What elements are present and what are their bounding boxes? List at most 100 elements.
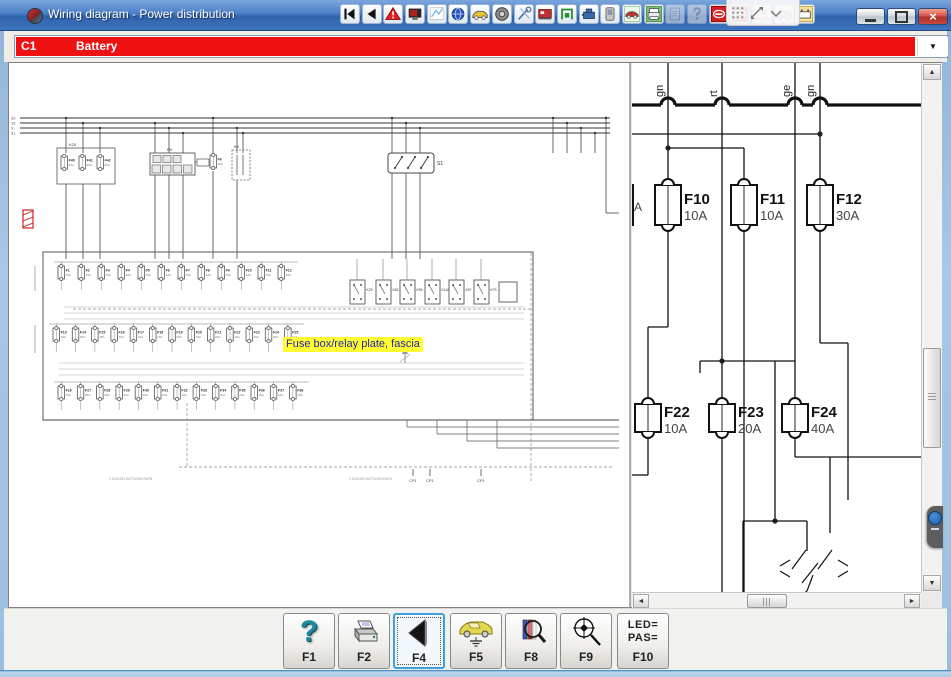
fuse-symbol[interactable]: F2830A: [97, 384, 111, 400]
device-icon[interactable]: [600, 4, 620, 24]
floating-toolbar-widget[interactable]: [726, 0, 800, 26]
horizontal-scrollbar[interactable]: ◄ ►: [632, 592, 922, 609]
fuse-F23[interactable]: F2320A: [709, 398, 764, 438]
vertical-scroll-thumb[interactable]: [923, 348, 941, 448]
fuse-symbol[interactable]: F2015A: [188, 326, 202, 342]
engine-icon[interactable]: [579, 4, 599, 24]
scroll-up-button[interactable]: ▲: [923, 64, 941, 80]
fuse-symbol[interactable]: F1810A: [150, 326, 164, 342]
relay-symbol[interactable]: K116: [425, 280, 449, 304]
fuse-symbol[interactable]: F3210A: [174, 384, 188, 400]
fuse-symbol[interactable]: F1515A: [92, 326, 106, 342]
battery-marker-icon[interactable]: [23, 210, 33, 228]
help-disabled-icon[interactable]: [687, 4, 707, 24]
fuse-F22[interactable]: F2210A: [635, 398, 690, 438]
maximize-button[interactable]: [887, 8, 916, 25]
fuse-symbol[interactable]: F1615A: [111, 326, 125, 342]
fuse-symbol[interactable]: F4060A: [61, 154, 75, 170]
doc-disabled-icon[interactable]: [665, 4, 685, 24]
chevron-down-icon[interactable]: [768, 8, 784, 18]
horizontal-scroll-thumb[interactable]: [747, 594, 787, 608]
fuse-symbol[interactable]: F420A: [118, 264, 131, 280]
first-page-icon[interactable]: [340, 4, 360, 24]
combobox-selection[interactable]: C1 Battery: [16, 37, 915, 56]
fuse-symbol[interactable]: F3430A: [212, 384, 226, 400]
f1-help-button[interactable]: ? F1: [283, 613, 335, 669]
car-red-icon[interactable]: [622, 4, 642, 24]
fuse-symbol[interactable]: F2320A: [246, 326, 260, 342]
fuse-symbol[interactable]: F2440A: [265, 326, 279, 342]
drag-handle-icon[interactable]: [731, 6, 745, 20]
fuse-symbol[interactable]: F1110A: [258, 264, 272, 280]
scroll-left-button[interactable]: ◄: [633, 594, 649, 608]
fuse-F10[interactable]: F1010A: [655, 179, 710, 231]
fuse-symbol[interactable]: F2910A: [116, 384, 130, 400]
fuse-symbol[interactable]: F3015A: [135, 384, 149, 400]
fuse-symbol[interactable]: F1715A: [130, 326, 144, 342]
fuse-symbol[interactable]: F3815A: [290, 384, 304, 400]
minimize-button[interactable]: [856, 8, 885, 25]
relay-symbol[interactable]: K63: [376, 280, 399, 304]
monitor-icon[interactable]: [405, 4, 425, 24]
combobox-dropdown-button[interactable]: ▼: [917, 37, 948, 56]
f10-led-pas-button[interactable]: LED= PAS= F10: [617, 613, 669, 669]
fuse-F24[interactable]: F2440A: [782, 398, 838, 438]
fuse-symbol[interactable]: F630A: [210, 153, 223, 169]
wiring-diagram-svg[interactable]: 3015X31K20F4060AF4160AF4260AF8F630AK6S1F…: [9, 63, 629, 607]
relay-symbol[interactable]: K79: [474, 280, 497, 304]
fuse-symbol[interactable]: F1230A: [278, 264, 292, 280]
fuse-symbol[interactable]: F215A: [78, 264, 91, 280]
scroll-right-button[interactable]: ►: [904, 594, 920, 608]
expand-arrows-icon[interactable]: [749, 5, 764, 20]
car-yellow-icon[interactable]: [470, 4, 490, 24]
f8-component-search-button[interactable]: F8: [505, 613, 557, 669]
remote-support-side-tab[interactable]: [927, 506, 943, 548]
fuse-symbol[interactable]: F2120A: [207, 326, 221, 342]
scroll-down-button[interactable]: ▼: [923, 575, 941, 591]
back-icon[interactable]: [362, 4, 382, 24]
fuse-symbol[interactable]: F715A: [178, 264, 191, 280]
fuse-symbol[interactable]: F3120A: [155, 384, 169, 400]
fuse-symbol[interactable]: F3315A: [193, 384, 207, 400]
sketch-icon[interactable]: [427, 4, 447, 24]
fuse-symbol[interactable]: F1330A: [53, 326, 67, 342]
fuse-symbol[interactable]: F2720A: [77, 384, 91, 400]
fuse-symbol[interactable]: F1010A: [238, 264, 252, 280]
machine-icon[interactable]: [535, 4, 555, 24]
component-combobox[interactable]: C1 Battery ▼: [14, 35, 948, 58]
f5-car-button[interactable]: F5: [450, 613, 502, 669]
lift-icon[interactable]: [557, 4, 577, 24]
warning-icon[interactable]: [383, 4, 403, 24]
globe-icon[interactable]: [448, 4, 468, 24]
f2-print-button[interactable]: F2: [338, 613, 390, 669]
close-button[interactable]: ×: [918, 8, 948, 25]
fuse-F12[interactable]: F1230A: [807, 179, 862, 231]
f9-locate-button[interactable]: F9: [560, 613, 612, 669]
fuse-symbol[interactable]: F315A: [98, 264, 111, 280]
zoom-detail-panel[interactable]: gnrtgegnF1010AF1110AF1230AAF2210AF2320AF…: [632, 63, 922, 592]
fuse-symbol[interactable]: F110A: [58, 264, 71, 280]
wheel-icon[interactable]: [492, 4, 512, 24]
relay-symbol[interactable]: K95: [400, 280, 423, 304]
fuse-symbol[interactable]: F810A: [198, 264, 211, 280]
fuse-symbol[interactable]: F1925A: [169, 326, 183, 342]
fuse-symbol[interactable]: F3520A: [232, 384, 246, 400]
printer-green-icon[interactable]: [644, 4, 664, 24]
fuse-symbol[interactable]: F2615A: [58, 384, 72, 400]
fuse-symbol[interactable]: F515A: [138, 264, 151, 280]
fuse-symbol[interactable]: F3615A: [251, 384, 265, 400]
relay-symbol[interactable]: K57: [449, 280, 472, 304]
fuse-symbol[interactable]: F610A: [158, 264, 171, 280]
fuse-symbol[interactable]: F1430A: [72, 326, 86, 342]
fuse-F11[interactable]: F1110A: [731, 179, 785, 231]
fuse-symbol[interactable]: F915A: [218, 264, 231, 280]
fuse-symbol[interactable]: F2210A: [227, 326, 241, 342]
fuse-symbol[interactable]: F4260A: [97, 154, 111, 170]
wiring-diagram-panel[interactable]: 3015X31K20F4060AF4160AF4260AF8F630AK6S1F…: [9, 63, 631, 607]
fuse-symbol[interactable]: F3710A: [270, 384, 284, 400]
f4-back-button[interactable]: F4: [393, 613, 445, 669]
relay-symbol[interactable]: K29: [350, 280, 373, 304]
zoom-detail-svg[interactable]: gnrtgegnF1010AF1110AF1230AAF2210AF2320AF…: [632, 63, 922, 592]
tools-icon[interactable]: [514, 4, 534, 24]
fuse-symbol[interactable]: F4160A: [79, 154, 93, 170]
